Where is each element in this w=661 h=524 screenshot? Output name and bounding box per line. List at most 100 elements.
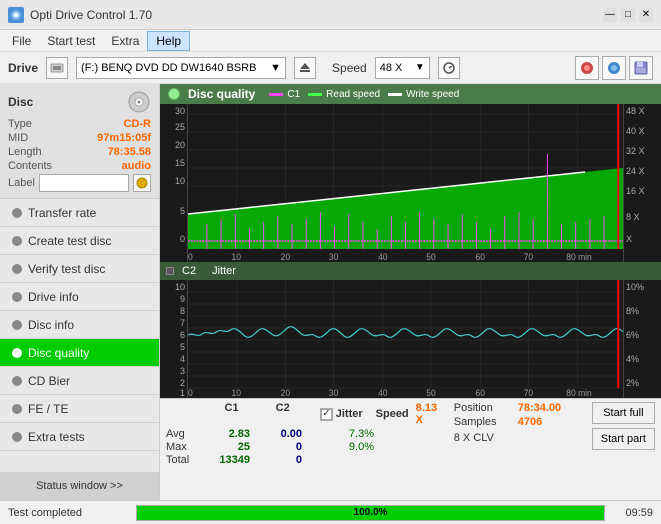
drive-value: (F:) BENQ DVD DD DW1640 BSRB — [81, 62, 256, 74]
drive-bar: Drive (F:) BENQ DVD DD DW1640 BSRB ▼ Spe… — [0, 52, 661, 84]
progress-bar: 100.0% — [137, 506, 604, 520]
legend-write-color — [388, 93, 402, 96]
stats-table: C1 C2 ✓ Jitter Speed 8.13 X Avg 2.83 — [166, 402, 446, 466]
nav-disc-quality[interactable]: Disc quality — [0, 339, 159, 367]
toolbar-btn-save[interactable] — [629, 56, 653, 80]
nav-circle-drive — [12, 292, 22, 302]
close-button[interactable]: ✕ — [639, 8, 653, 22]
y-label-20: 20 — [175, 140, 185, 150]
jitter-checkbox[interactable]: ✓ — [320, 408, 333, 421]
svg-text:60: 60 — [475, 252, 485, 262]
status-bar: Test completed 100.0% 09:59 — [0, 500, 661, 524]
menu-file[interactable]: File — [4, 32, 39, 50]
top-chart-main: 0 10 20 30 40 50 60 70 80 min — [188, 104, 623, 262]
y-label-25: 25 — [175, 122, 185, 132]
nav-circle-transfer — [12, 208, 22, 218]
max-label: Max — [166, 441, 206, 453]
nav-disc-info[interactable]: Disc info — [0, 311, 159, 339]
label-button[interactable] — [133, 174, 151, 192]
nav-circle-fete — [12, 404, 22, 414]
nav-circle-cdbier — [12, 376, 22, 386]
nav-label-fete: FE / TE — [28, 402, 68, 416]
nav-drive-info[interactable]: Drive info — [0, 283, 159, 311]
bottom-chart-svg: 0 10 20 30 40 50 60 70 80 min — [188, 280, 623, 398]
speed-position-info: Position 78:34.00 Samples 4706 8 X CLV — [454, 402, 584, 444]
type-value: CD-R — [124, 118, 152, 130]
toolbar-btn-1[interactable] — [575, 56, 599, 80]
svg-text:20: 20 — [281, 388, 291, 398]
y-label-0-top: 0 — [180, 234, 185, 244]
status-window-button[interactable]: Status window >> — [0, 472, 159, 500]
speed-chevron: ▼ — [415, 62, 425, 73]
contents-label: Contents — [8, 160, 52, 172]
max-c2: 0 — [258, 441, 310, 453]
mid-value: 97m15:05f — [97, 132, 151, 144]
chart-header: Disc quality C1 Read speed Write speed — [160, 84, 661, 104]
nav-extra-tests[interactable]: Extra tests — [0, 423, 159, 451]
y-right-16x: 16 X — [626, 186, 645, 196]
menu-extra[interactable]: Extra — [103, 32, 147, 50]
speed-set-button[interactable] — [438, 57, 460, 79]
toolbar-btn-2[interactable] — [602, 56, 626, 80]
nav-label-quality: Disc quality — [28, 346, 89, 360]
jitter-label: Jitter — [212, 265, 236, 277]
length-label: Length — [8, 146, 42, 158]
progress-container: 100.0% — [136, 505, 605, 521]
nav-circle-verify — [12, 264, 22, 274]
drive-chevron: ▼ — [270, 62, 281, 74]
max-c1: 25 — [206, 441, 258, 453]
nav-label-extra: Extra tests — [28, 430, 85, 444]
svg-text:10: 10 — [232, 388, 242, 398]
speed-unit: 8 X CLV — [454, 432, 494, 444]
col-header-c1: C1 — [206, 402, 257, 426]
nav-items: Transfer rate Create test disc Verify te… — [0, 199, 159, 472]
nav-circle-quality — [12, 348, 22, 358]
y-axis-left-top: 30 25 20 15 10 5 0 — [160, 104, 188, 262]
y-axis-right-bottom: 10% 8% 6% 4% 2% — [623, 280, 661, 398]
minimize-button[interactable]: — — [603, 8, 617, 22]
y-label-30: 30 — [175, 106, 185, 116]
svg-text:10: 10 — [232, 252, 242, 262]
sidebar: Disc Type CD-R MID 97m15:05f Length 78:3… — [0, 84, 160, 500]
drive-icon — [46, 57, 68, 79]
nav-verify-test-disc[interactable]: Verify test disc — [0, 255, 159, 283]
menu-start-test[interactable]: Start test — [39, 32, 103, 50]
svg-text:40: 40 — [378, 252, 388, 262]
drive-dropdown[interactable]: (F:) BENQ DVD DD DW1640 BSRB ▼ — [76, 57, 286, 79]
nav-create-test-disc[interactable]: Create test disc — [0, 227, 159, 255]
y-right-48x: 48 X — [626, 106, 645, 116]
main-area: Disc Type CD-R MID 97m15:05f Length 78:3… — [0, 84, 661, 500]
nav-fe-te[interactable]: FE / TE — [0, 395, 159, 423]
svg-text:70: 70 — [524, 252, 534, 262]
checkbox-check: ✓ — [322, 409, 330, 419]
c2-label: C2 — [182, 265, 196, 277]
y-right-x: X — [626, 234, 632, 244]
avg-label: Avg — [166, 428, 206, 440]
start-part-button[interactable]: Start part — [592, 428, 655, 450]
legend-c1-color — [269, 93, 283, 96]
y-right-32x: 32 X — [626, 146, 645, 156]
nav-label-disc: Disc info — [28, 318, 74, 332]
eject-button[interactable] — [294, 57, 316, 79]
svg-text:0: 0 — [188, 252, 193, 262]
samples-value: 4706 — [518, 416, 542, 428]
action-buttons: Start full Start part — [592, 402, 655, 450]
legend-read-color — [308, 93, 322, 96]
nav-transfer-rate[interactable]: Transfer rate — [0, 199, 159, 227]
mid-label: MID — [8, 132, 28, 144]
maximize-button[interactable]: □ — [621, 8, 635, 22]
samples-label: Samples — [454, 416, 514, 428]
label-input[interactable] — [39, 174, 129, 192]
nav-cd-bier[interactable]: CD Bier — [0, 367, 159, 395]
y-label-5: 5 — [180, 206, 185, 216]
svg-text:40: 40 — [378, 388, 388, 398]
top-chart-area: 30 25 20 15 10 5 0 — [160, 104, 661, 262]
start-full-button[interactable]: Start full — [592, 402, 655, 424]
c2-indicator — [166, 267, 174, 275]
chart-header-icon — [168, 88, 180, 100]
time-display: 09:59 — [613, 507, 653, 519]
top-chart-svg: 0 10 20 30 40 50 60 70 80 min — [188, 104, 623, 262]
drive-label: Drive — [8, 61, 38, 75]
speed-value: 48 X — [380, 62, 403, 74]
menu-help[interactable]: Help — [147, 31, 190, 51]
